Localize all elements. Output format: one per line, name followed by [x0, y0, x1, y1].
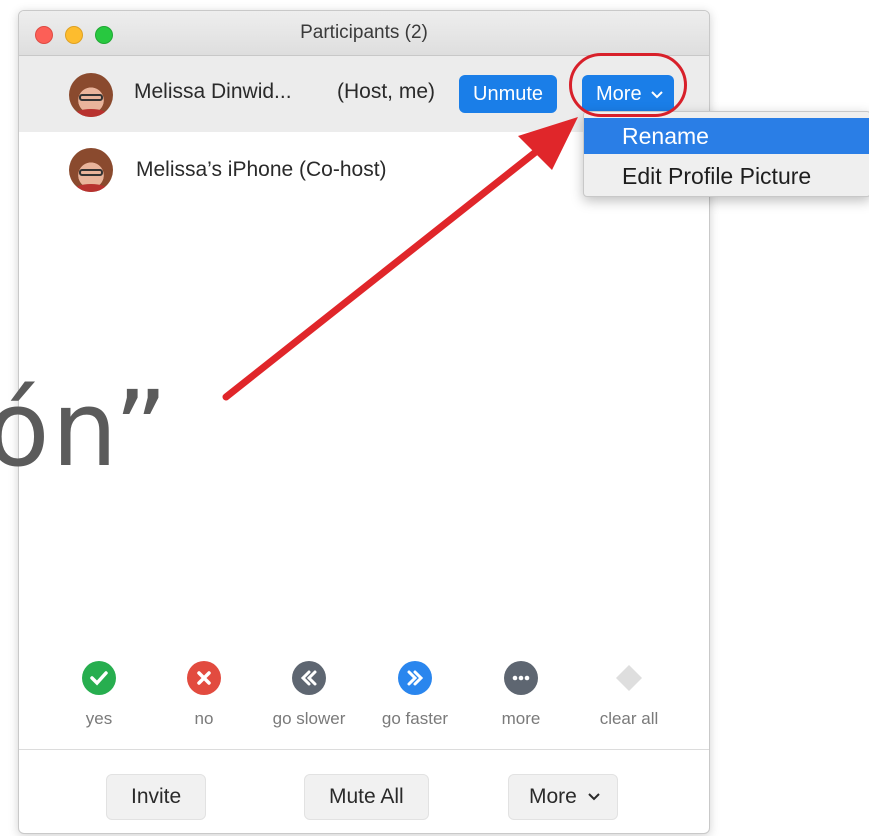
chevron-down-icon [587, 793, 600, 801]
unmute-button[interactable]: Unmute [459, 75, 558, 113]
reaction-label: go faster [381, 709, 449, 728]
x-icon [187, 661, 221, 695]
reaction-label: clear all [599, 709, 659, 728]
reaction-more[interactable]: more [471, 651, 571, 729]
annotation-ring [569, 53, 687, 117]
menu-item-edit-profile-picture[interactable]: Edit Profile Picture [584, 158, 869, 194]
ellipsis-icon [504, 661, 538, 695]
avatar [69, 148, 113, 192]
window-title: Participants (2) [300, 22, 428, 43]
rewind-icon [292, 661, 326, 695]
participant-name: Melissa Dinwid... [134, 80, 292, 103]
mute-all-button[interactable]: Mute All [304, 774, 429, 820]
nonverbal-feedback-bar: yes no go slower go faster more clear al… [19, 651, 709, 741]
participant-more-menu: Rename Edit Profile Picture [583, 111, 869, 197]
diamond-icon [612, 661, 646, 695]
reaction-label: more [501, 709, 541, 728]
more-label: More [529, 785, 577, 808]
reaction-yes[interactable]: yes [49, 651, 149, 729]
reaction-label: go slower [272, 709, 346, 728]
reaction-label: no [194, 709, 214, 728]
footer-toolbar: Invite Mute All More [19, 749, 709, 833]
title-bar: Participants (2) [19, 11, 709, 56]
reaction-label: yes [85, 709, 113, 728]
reaction-go-slower[interactable]: go slower [259, 651, 359, 729]
invite-button[interactable]: Invite [106, 774, 207, 820]
check-icon [82, 661, 116, 695]
menu-item-rename[interactable]: Rename [584, 118, 869, 154]
footer-more-button[interactable]: More [508, 774, 618, 820]
avatar [69, 73, 113, 117]
participant-role: (Host, me) [337, 80, 436, 103]
reaction-go-faster[interactable]: go faster [365, 651, 465, 729]
reaction-no[interactable]: no [154, 651, 254, 729]
fast-forward-icon [398, 661, 432, 695]
overlay-text: ón” [0, 368, 170, 490]
participant-name: Melissa’s iPhone (Co-host) [136, 158, 387, 181]
reaction-clear-all[interactable]: clear all [579, 651, 679, 729]
